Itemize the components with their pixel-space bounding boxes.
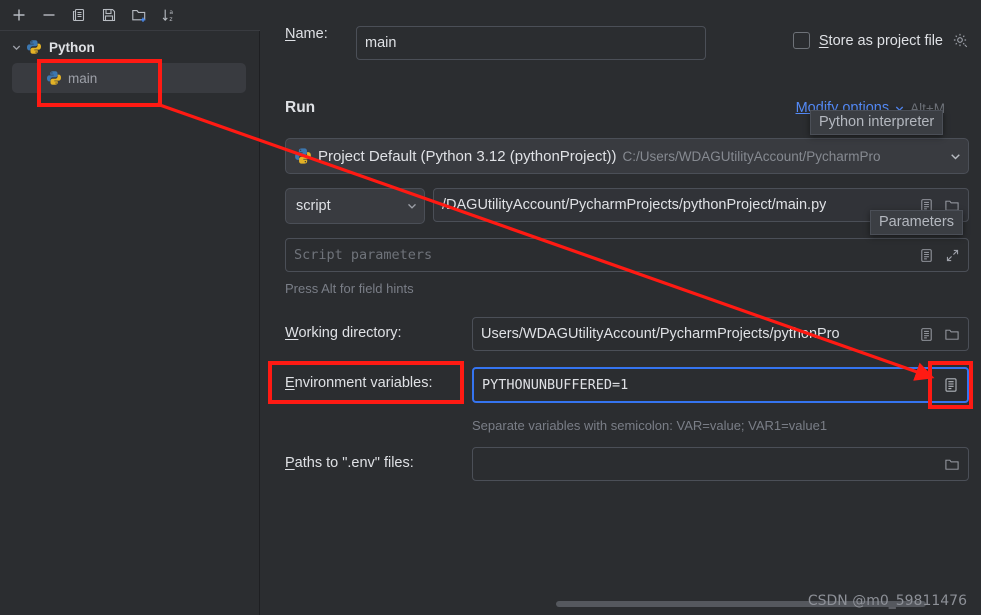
- python-interpreter-icon: [294, 147, 312, 165]
- new-folder-button[interactable]: [124, 2, 154, 28]
- working-directory-label: Working directory:: [285, 325, 402, 341]
- sidebar-toolbar: a z: [0, 0, 260, 31]
- paths-to-env-input[interactable]: [472, 447, 969, 481]
- store-as-project-file-label: Store as project file: [818, 32, 943, 49]
- macro-list-icon[interactable]: [914, 322, 938, 346]
- highlight-box-main-config: [37, 59, 162, 107]
- name-label: Name:: [285, 26, 328, 42]
- chevron-down-icon[interactable]: [406, 200, 418, 212]
- chevron-down-icon[interactable]: [949, 150, 962, 163]
- watermark-text: CSDN @m0_59811476: [807, 593, 967, 609]
- browse-folder-icon[interactable]: [940, 322, 964, 346]
- name-input[interactable]: main: [356, 26, 706, 60]
- interpreter-secondary-path: C:/Users/WDAGUtilityAccount/PycharmPro: [622, 148, 881, 164]
- expand-editor-icon[interactable]: [940, 243, 964, 267]
- working-directory-row: Working directory:: [285, 325, 402, 341]
- gear-icon[interactable]: [952, 32, 969, 49]
- script-target-value: script: [296, 198, 331, 214]
- tree-group-python[interactable]: Python: [0, 33, 260, 61]
- script-path-value: /DAGUtilityAccount/PycharmProjects/pytho…: [442, 197, 827, 213]
- browse-folder-icon[interactable]: [940, 452, 964, 476]
- save-button[interactable]: [94, 2, 124, 28]
- working-directory-field-icons: [914, 318, 964, 350]
- chevron-down-icon[interactable]: [8, 39, 24, 55]
- script-parameters-placeholder: Script parameters: [294, 247, 433, 263]
- remove-button[interactable]: [34, 2, 64, 28]
- tooltip-python-interpreter: Python interpreter: [810, 110, 944, 135]
- highlight-box-env-label: [268, 361, 464, 404]
- paths-to-env-field-icons: [940, 448, 964, 480]
- store-as-project-file-row: Store as project file: [792, 32, 969, 49]
- sort-button[interactable]: a z: [154, 2, 184, 28]
- environment-variables-value: PYTHONUNBUFFERED=1: [482, 377, 629, 393]
- macro-list-icon[interactable]: [914, 243, 938, 267]
- store-as-project-file-checkbox[interactable]: [792, 32, 810, 49]
- script-parameters-input[interactable]: Script parameters: [285, 238, 969, 272]
- python-interpreter-combo[interactable]: Project Default (Python 3.12 (pythonProj…: [285, 138, 969, 174]
- name-input-value: main: [365, 35, 397, 51]
- highlight-box-env-editor-button: [928, 361, 973, 409]
- paths-to-env-row: Paths to ".env" files:: [285, 455, 414, 471]
- run-debug-configurations-dialog: a z Python main Name: main Store as proj…: [0, 0, 981, 615]
- configuration-editor: Name: main Store as project file Run Mod…: [261, 0, 981, 615]
- svg-text:z: z: [169, 16, 172, 23]
- python-icon: [26, 39, 42, 55]
- environment-variables-input[interactable]: PYTHONUNBUFFERED=1: [472, 367, 969, 403]
- script-target-combo[interactable]: script: [285, 188, 425, 224]
- run-section-title: Run: [285, 99, 316, 116]
- tooltip-parameters: Parameters: [870, 210, 963, 235]
- copy-button[interactable]: [64, 2, 94, 28]
- script-parameters-field-icons: [914, 239, 964, 271]
- field-hint-text: Press Alt for field hints: [285, 281, 414, 296]
- name-row: Name:: [285, 26, 328, 42]
- tree-group-label: Python: [49, 39, 95, 55]
- working-directory-value: Users/WDAGUtilityAccount/PycharmProjects…: [481, 326, 840, 342]
- environment-variables-hint: Separate variables with semicolon: VAR=v…: [472, 418, 828, 433]
- add-button[interactable]: [4, 2, 34, 28]
- working-directory-input[interactable]: Users/WDAGUtilityAccount/PycharmProjects…: [472, 317, 969, 351]
- paths-to-env-label: Paths to ".env" files:: [285, 455, 414, 471]
- interpreter-primary-text: Project Default (Python 3.12 (pythonProj…: [318, 147, 617, 165]
